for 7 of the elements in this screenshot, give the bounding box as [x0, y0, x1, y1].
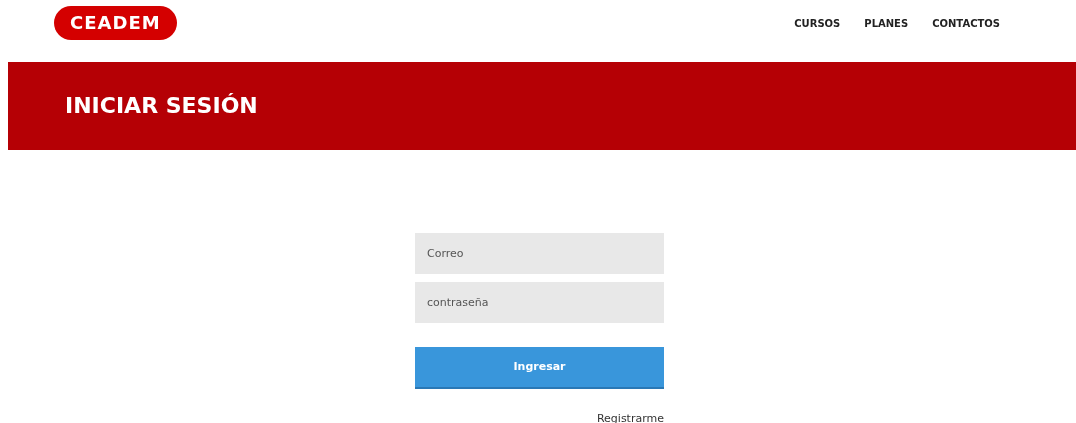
input-field[interactable]: Correo	[415, 233, 664, 274]
input-field[interactable]: contraseña	[415, 282, 664, 323]
nav-link[interactable]: CURSOS	[794, 15, 841, 31]
page-title: INICIAR SESIÓN	[65, 92, 258, 120]
nav-link[interactable]: CONTACTOS	[932, 15, 1000, 31]
logo[interactable]: CEADEM	[54, 6, 177, 40]
nav-link[interactable]: PLANES	[864, 15, 909, 31]
